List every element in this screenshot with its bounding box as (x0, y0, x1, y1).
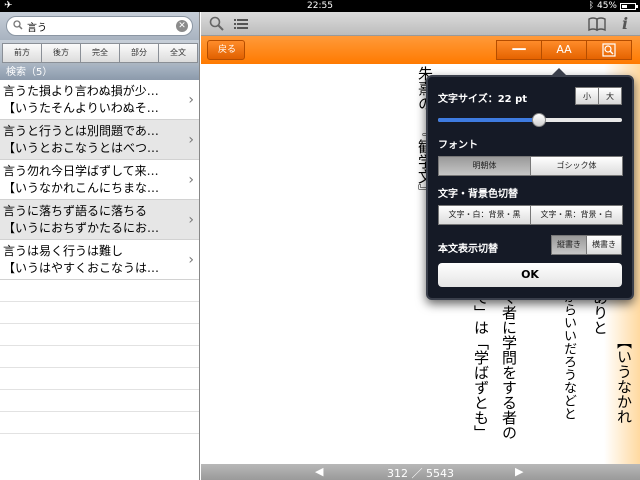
font-smaller-button[interactable]: 小 (575, 87, 599, 105)
chevron-right-icon: › (188, 212, 194, 228)
tab-fulltext[interactable]: 全文 (158, 43, 198, 63)
color-label: 文字・背景色切替 (438, 189, 518, 200)
reader-toolbar: 戻る ━━ AA (201, 36, 640, 64)
book-icon[interactable] (587, 16, 607, 32)
font-gothic-button[interactable]: ゴシック体 (530, 156, 623, 176)
result-headword: 言うに落ちず語るに落ちる (3, 204, 148, 218)
chevron-right-icon: › (188, 132, 194, 148)
results-header: 検索（5） (0, 66, 199, 80)
back-button[interactable]: 戻る (207, 40, 246, 60)
color-black-on-white-button[interactable]: 文字・黒：背景・白 (530, 205, 623, 225)
status-bar: ✈ 22:55 ᛒ 45% (0, 0, 640, 12)
empty-row (0, 412, 199, 434)
search-icon (13, 20, 23, 30)
orientation-selector: 縦書き 横書き (551, 235, 622, 255)
search-mode-tabs: 前方 後方 完全 部分 全文 (0, 40, 199, 66)
text-column: がらいいだろうなどと (561, 290, 576, 420)
page-navigation-bar: ◀ 312 ／ 5543 ▶ (201, 464, 640, 480)
slider-fill (438, 118, 539, 122)
empty-row (0, 280, 199, 302)
info-icon[interactable]: i (617, 16, 633, 32)
popover-arrow (551, 68, 567, 76)
zoom-icon (602, 43, 616, 57)
result-reading: 【いうにおちずかたるにお… (3, 221, 160, 235)
slider-knob[interactable] (532, 113, 546, 127)
vertical-text-button[interactable]: 縦書き (551, 235, 587, 255)
font-size-row: 文字サイズ：22 pt 小 大 (438, 87, 622, 107)
list-item[interactable]: 言うに落ちず語るに落ちる 【いうにおちずかたるにお… › (0, 200, 199, 240)
list-item[interactable]: 言うた損より言わぬ損が少… 【いうたそんよりいわぬそ… › (0, 80, 199, 120)
empty-row (0, 368, 199, 390)
tab-prefix[interactable]: 前方 (2, 43, 42, 63)
color-selector: 文字・白：背景・黒 文字・黒：背景・白 (438, 205, 623, 225)
text-column: ぐ者に学問をする者の (500, 290, 518, 440)
chevron-right-icon: › (188, 92, 194, 108)
font-label: フォント (438, 140, 478, 151)
reader-tools: ━━ AA (496, 40, 632, 60)
result-headword: 言うと行うとは別問題であ… (3, 124, 159, 138)
result-headword: 言うは易く行うは難し (3, 244, 124, 258)
status-time: 22:55 (307, 1, 333, 11)
search-pane: ✕ 前方 後方 完全 部分 全文 検索（5） 言うた損より言わぬ損が少… 【いう… (0, 12, 200, 480)
clear-search-icon[interactable]: ✕ (176, 20, 188, 32)
chevron-right-icon: › (188, 172, 194, 188)
page-indicator: 312 ／ 5543 (201, 465, 640, 480)
list-item[interactable]: 言うは易く行うは難し 【いうはやすくおこなうは… › (0, 240, 199, 280)
zoom-search-button[interactable] (586, 40, 632, 60)
battery-icon (620, 2, 638, 10)
empty-row (0, 390, 199, 412)
result-reading: 【いうはやすくおこなうは… (3, 261, 160, 275)
font-size-slider[interactable] (438, 113, 622, 127)
chevron-right-icon: › (188, 252, 194, 268)
battery-percent: 45% (596, 1, 617, 11)
font-selector: 明朝体 ゴシック体 (438, 156, 623, 176)
search-bar: ✕ (0, 12, 199, 40)
result-reading: 【いうたそんよりいわぬそ… (3, 101, 159, 115)
list-item[interactable]: 言う勿れ今日学ばずして来… 【いうなかれこんにちまな… › (0, 160, 199, 200)
bluetooth-icon: ᛒ (588, 1, 594, 11)
bookmark-button[interactable]: ━━ (496, 40, 542, 60)
list-item[interactable]: 言うと行うとは別問題であ… 【いうとおこなうとはべつ… › (0, 120, 199, 160)
result-reading: 【いうとおこなうとはべつ… (3, 141, 160, 155)
empty-row (0, 324, 199, 346)
current-page: 312 (387, 467, 408, 480)
search-icon[interactable] (209, 16, 225, 32)
font-larger-button[interactable]: 大 (598, 87, 622, 105)
font-size-label: 文字サイズ：22 pt (438, 94, 528, 105)
top-toolbar: i (201, 12, 640, 36)
next-page-icon[interactable]: ▶ (515, 465, 523, 478)
empty-row (0, 302, 199, 324)
text-settings-button[interactable]: AA (541, 40, 587, 60)
total-pages: 5543 (426, 467, 454, 480)
tab-suffix[interactable]: 後方 (41, 43, 81, 63)
orientation-label: 本文表示切替 (438, 244, 498, 255)
ok-button[interactable]: OK (438, 263, 622, 287)
result-headword: 言うた損より言わぬ損が少… (3, 84, 159, 98)
list-icon[interactable] (233, 16, 249, 32)
font-size-buttons: 小 大 (575, 87, 622, 105)
result-headword: 言う勿れ今日学ばずして来… (3, 164, 159, 178)
tab-partial[interactable]: 部分 (119, 43, 159, 63)
orientation-row: 本文表示切替 縦書き 横書き (438, 235, 622, 257)
page-separator: ／ (411, 467, 423, 480)
color-white-on-black-button[interactable]: 文字・白：背景・黒 (438, 205, 531, 225)
search-field[interactable]: ✕ (6, 16, 193, 36)
empty-row (0, 346, 199, 368)
result-reading: 【いうなかれこんにちまな… (3, 181, 160, 195)
text-column: 【いうなかれ (615, 334, 633, 424)
text-settings-popover: 文字サイズ：22 pt 小 大 フォント 明朝体 ゴシック体 文字・背景色切替 … (426, 68, 634, 300)
search-input[interactable] (27, 18, 157, 34)
horizontal-text-button[interactable]: 横書き (586, 235, 622, 255)
battery-indicator: ᛒ 45% (588, 0, 638, 12)
text-column: て」は「学ばずとも」 (472, 290, 490, 440)
tab-exact[interactable]: 完全 (80, 43, 120, 63)
font-mincho-button[interactable]: 明朝体 (438, 156, 531, 176)
